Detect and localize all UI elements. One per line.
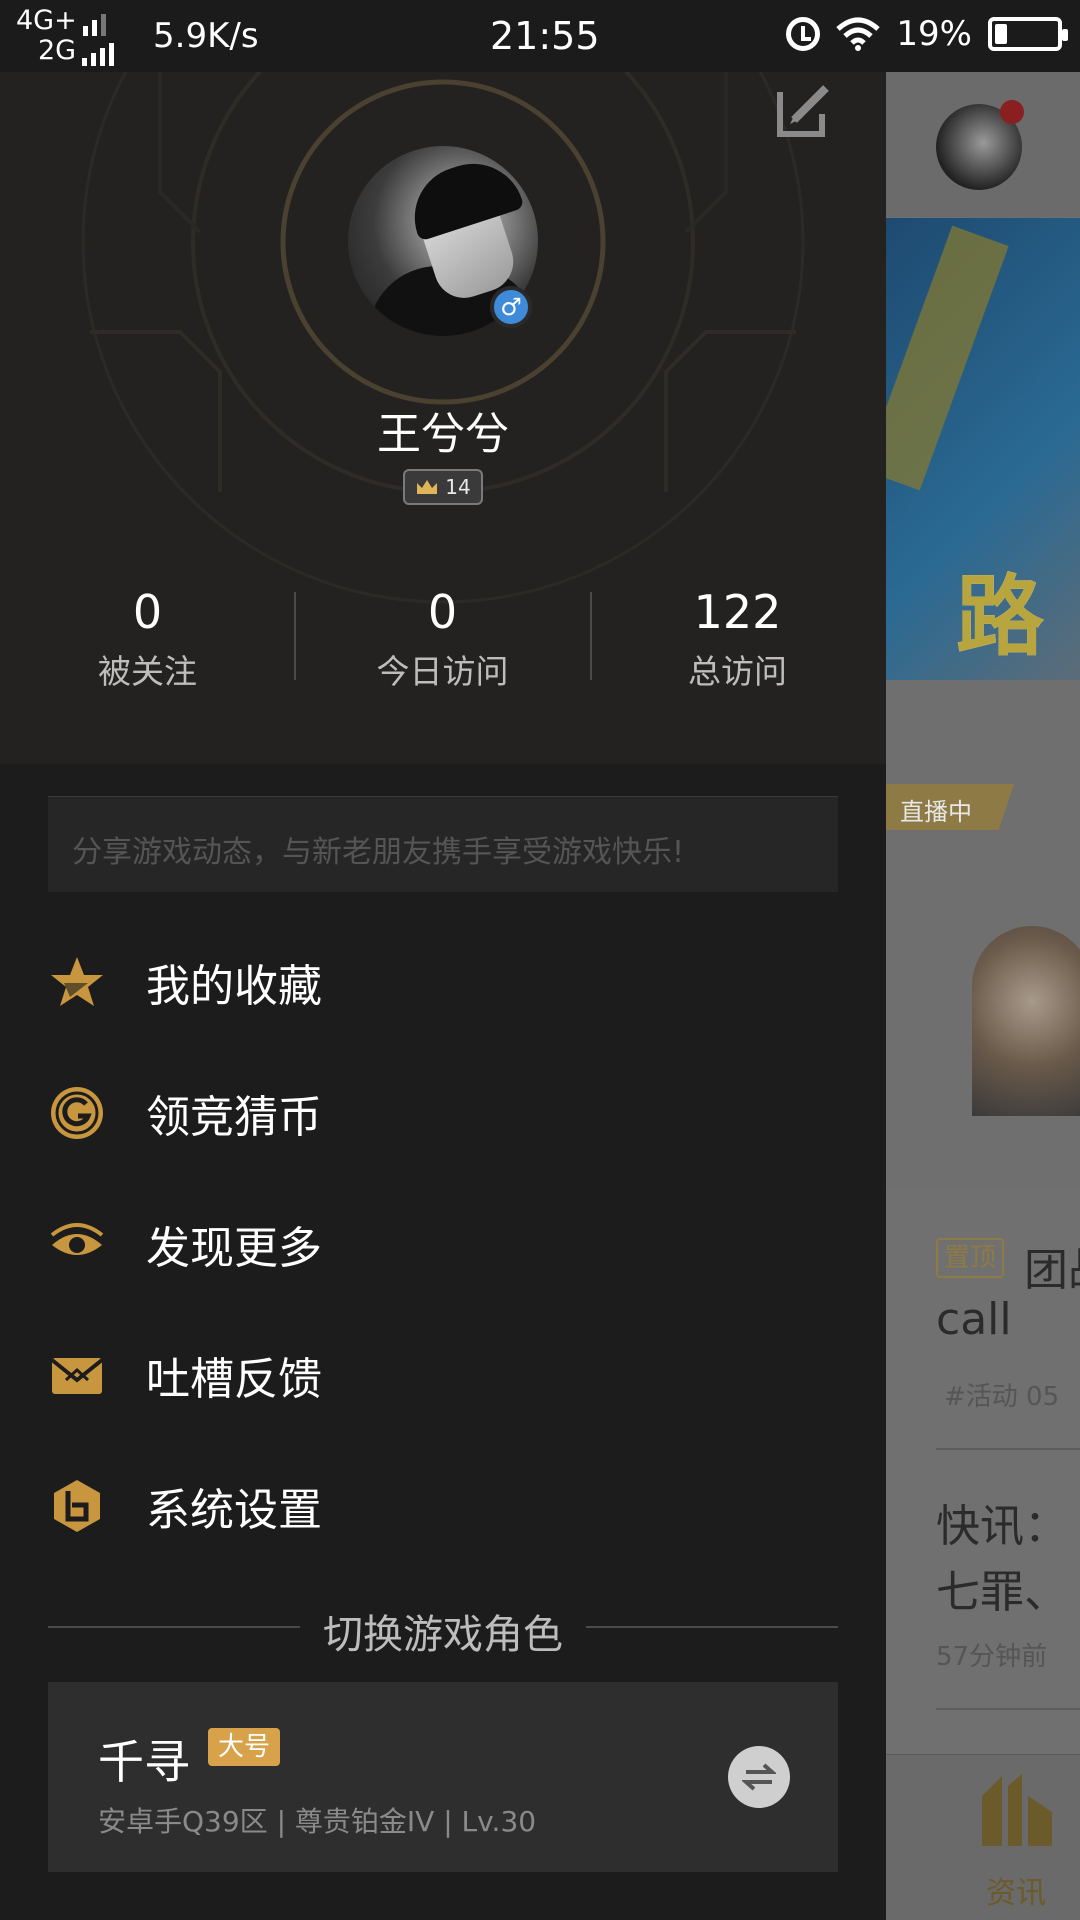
menu-item-favorites[interactable]: 我的收藏 [0, 916, 886, 1047]
stat-value: 0 [427, 585, 458, 639]
menu-item-betting-coins[interactable]: 领竞猜币 [0, 1047, 886, 1178]
battery-percent: 19% [896, 14, 972, 54]
live-streamer-thumbnail[interactable] [972, 926, 1080, 1116]
article-title-line2[interactable]: call [936, 1294, 1012, 1345]
menu-item-feedback[interactable]: 吐槽反馈 [0, 1309, 886, 1440]
pinned-tag: 置顶 [936, 1238, 1005, 1278]
username: 王兮兮 [377, 409, 509, 460]
profile-stats: 0 被关注 0 今日访问 122 总访问 [0, 585, 886, 693]
stat-value: 122 [693, 585, 782, 639]
menu-item-label: 我的收藏 [146, 960, 322, 1012]
clock: 21:55 [490, 14, 600, 58]
level-number: 14 [445, 475, 471, 499]
switch-role-button[interactable] [728, 1746, 790, 1808]
envelope-icon [50, 1357, 104, 1394]
share-placeholder: 分享游戏动态，与新老朋友携手享受游戏快乐! [72, 835, 685, 870]
news-tab-label[interactable]: 资讯 [986, 1868, 1046, 1912]
stat-today-visits[interactable]: 0 今日访问 [295, 585, 590, 693]
stat-divider [294, 592, 296, 680]
role-name: 千寻 [98, 1735, 190, 1789]
level-badge: 14 [403, 469, 483, 505]
signal-bars-icon [82, 12, 106, 36]
stat-label: 被关注 [98, 652, 197, 691]
menu-item-discover[interactable]: 发现更多 [0, 1178, 886, 1309]
eye-icon [50, 1222, 104, 1255]
article-title[interactable]: 团战 [1024, 1234, 1080, 1298]
network-type-primary: 4G+ [16, 5, 77, 36]
article-title-line2[interactable]: 七罪、 [936, 1556, 1068, 1620]
divider [936, 1708, 1080, 1710]
share-status-input[interactable]: 分享游戏动态，与新老朋友携手享受游戏快乐! [48, 796, 838, 892]
edit-icon[interactable] [774, 78, 836, 140]
switch-role-title: 切换游戏角色 [323, 1612, 563, 1658]
stat-label: 今日访问 [376, 652, 509, 691]
role-info: 安卓手Q39区 | 尊贵铂金IV | Lv.30 [98, 1805, 537, 1838]
battery-icon [988, 17, 1068, 51]
live-badge-label: 直播中 [900, 798, 972, 826]
menu-item-label: 系统设置 [146, 1484, 322, 1536]
star-icon [51, 956, 103, 1006]
menu-item-settings[interactable]: 系统设置 [0, 1440, 886, 1571]
network-indicator: 4G+ 2G [16, 5, 115, 66]
coin-g-icon [51, 1086, 103, 1139]
background-page[interactable]: 路西 直播中 置顶 团战 call #活动 05 快讯： 七罪、 57分钟前 资… [886, 0, 1080, 1920]
stat-followers[interactable]: 0 被关注 [0, 585, 295, 693]
notification-dot [1000, 100, 1024, 124]
stat-total-visits[interactable]: 122 总访问 [590, 585, 885, 693]
alarm-icon [786, 17, 821, 51]
side-drawer: ♂ 王兮兮 14 0 被关注 0 今日访问 122 总访问 分享游戏动态，与新老… [0, 0, 886, 1920]
wifi-icon [836, 17, 881, 51]
article-meta: 57分钟前 [936, 1642, 1048, 1672]
news-tab-icon[interactable] [972, 1766, 1062, 1856]
menu-item-label: 领竞猜币 [146, 1091, 322, 1143]
switch-role-heading: 切换游戏角色 [48, 1602, 838, 1658]
network-speed: 5.9K/s [153, 16, 259, 56]
male-gender-icon: ♂ [490, 286, 532, 328]
divider [936, 1448, 1080, 1450]
banner-decoration [886, 225, 1009, 491]
signal-bars-icon [82, 42, 115, 66]
profile-avatar[interactable]: ♂ [348, 146, 538, 336]
crown-icon [417, 480, 438, 494]
game-role-card[interactable]: 千寻 大号 安卓手Q39区 | 尊贵铂金IV | Lv.30 [48, 1682, 838, 1872]
live-badge: 直播中 [886, 784, 1014, 830]
background-banner[interactable]: 路西 [886, 218, 1080, 680]
settings-icon [54, 1479, 100, 1532]
role-tag: 大号 [208, 1728, 281, 1766]
banner-text: 路西 [956, 565, 1045, 668]
status-bar: 4G+ 2G 5.9K/s 21:55 19% [0, 0, 1080, 72]
article-meta: #活动 05 [944, 1382, 1060, 1412]
article-title[interactable]: 快讯： [936, 1490, 1068, 1554]
swap-arrows-icon [742, 1763, 776, 1791]
network-type-secondary: 2G [38, 35, 77, 66]
stat-value: 0 [132, 585, 163, 639]
stat-divider [590, 592, 592, 680]
drawer-menu: 我的收藏 领竞猜币 发现更多 吐槽反馈 系统设置 [0, 916, 886, 1571]
stat-label: 总访问 [688, 652, 787, 691]
menu-item-label: 吐槽反馈 [146, 1353, 322, 1405]
menu-item-label: 发现更多 [146, 1222, 322, 1274]
